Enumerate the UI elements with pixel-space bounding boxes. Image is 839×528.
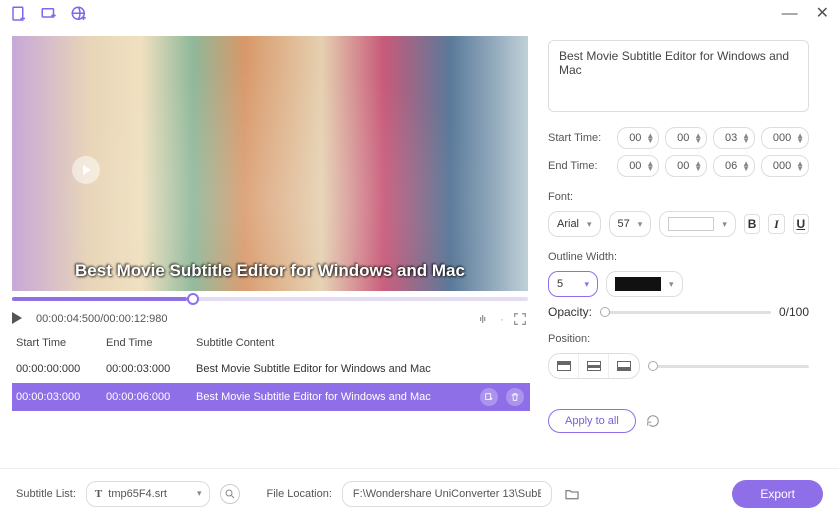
minimize-icon[interactable]: — bbox=[782, 6, 798, 22]
opacity-value: 0/100 bbox=[779, 305, 809, 319]
close-icon[interactable]: ✕ bbox=[816, 6, 829, 22]
opacity-label: Opacity: bbox=[548, 305, 592, 319]
position-bottom-button[interactable] bbox=[609, 354, 639, 378]
waveform-icon[interactable] bbox=[476, 311, 492, 327]
add-subtitle-icon[interactable] bbox=[40, 5, 58, 23]
progress-handle[interactable] bbox=[187, 293, 199, 305]
export-button[interactable]: Export bbox=[732, 480, 823, 508]
fullscreen-icon[interactable] bbox=[512, 311, 528, 327]
font-label: Font: bbox=[548, 191, 809, 203]
start-hour-stepper[interactable]: 00▲▼ bbox=[617, 127, 659, 149]
import-web-icon[interactable] bbox=[70, 5, 88, 23]
font-size-select[interactable]: 57▾ bbox=[609, 211, 652, 237]
start-time-label: Start Time: bbox=[548, 132, 611, 144]
video-progress[interactable] bbox=[12, 297, 528, 301]
font-family-select[interactable]: Arial▾ bbox=[548, 211, 601, 237]
delete-subtitle-icon[interactable] bbox=[506, 388, 524, 406]
reset-icon[interactable] bbox=[646, 414, 660, 428]
end-ms-stepper[interactable]: 000▲▼ bbox=[761, 155, 809, 177]
title-bar: — ✕ bbox=[0, 0, 839, 28]
position-top-button[interactable] bbox=[549, 354, 579, 378]
col-content: Subtitle Content bbox=[196, 337, 530, 349]
apply-all-button[interactable]: Apply to all bbox=[548, 409, 636, 433]
col-end: End Time bbox=[106, 337, 196, 349]
position-middle-button[interactable] bbox=[579, 354, 609, 378]
opacity-slider[interactable] bbox=[600, 311, 771, 314]
position-slider[interactable] bbox=[648, 365, 809, 368]
add-file-icon[interactable] bbox=[10, 5, 28, 23]
font-color-select[interactable]: ▾ bbox=[659, 211, 736, 237]
table-row[interactable]: 00:00:00:000 00:00:03:000 Best Movie Sub… bbox=[12, 355, 530, 383]
outline-color-select[interactable]: ▾ bbox=[606, 271, 683, 297]
col-start: Start Time bbox=[16, 337, 106, 349]
timecode: 00:00:04:500/00:00:12:980 bbox=[36, 313, 168, 325]
end-hour-stepper[interactable]: 00▲▼ bbox=[617, 155, 659, 177]
subtitle-table-header: Start Time End Time Subtitle Content bbox=[12, 331, 530, 355]
start-min-stepper[interactable]: 00▲▼ bbox=[665, 127, 707, 149]
table-row[interactable]: 00:00:03:000 00:00:06:000 Best Movie Sub… bbox=[12, 383, 530, 411]
subtitle-list-label: Subtitle List: bbox=[16, 488, 76, 500]
bold-button[interactable]: B bbox=[744, 214, 760, 234]
start-sec-stepper[interactable]: 03▲▼ bbox=[713, 127, 755, 149]
subtitle-text-input[interactable] bbox=[548, 40, 809, 112]
end-sec-stepper[interactable]: 06▲▼ bbox=[713, 155, 755, 177]
start-ms-stepper[interactable]: 000▲▼ bbox=[761, 127, 809, 149]
search-subtitle-icon[interactable] bbox=[220, 484, 240, 504]
browse-folder-icon[interactable] bbox=[562, 484, 582, 504]
subtitle-overlay: Best Movie Subtitle Editor for Windows a… bbox=[12, 261, 528, 281]
file-location-label: File Location: bbox=[266, 488, 331, 500]
outline-label: Outline Width: bbox=[548, 251, 809, 263]
play-overlay-icon[interactable] bbox=[72, 156, 100, 184]
play-button[interactable] bbox=[12, 312, 26, 326]
end-min-stepper[interactable]: 00▲▼ bbox=[665, 155, 707, 177]
video-preview[interactable]: Best Movie Subtitle Editor for Windows a… bbox=[12, 36, 528, 291]
footer-bar: Subtitle List: T tmp65F4.srt ▾ File Loca… bbox=[0, 468, 839, 518]
new-subtitle-icon[interactable] bbox=[480, 388, 498, 406]
end-time-label: End Time: bbox=[548, 160, 611, 172]
file-location-input[interactable] bbox=[342, 481, 552, 507]
underline-button[interactable]: U bbox=[793, 214, 809, 234]
italic-button[interactable]: I bbox=[768, 214, 784, 234]
position-label: Position: bbox=[548, 333, 809, 345]
subtitle-list-select[interactable]: T tmp65F4.srt ▾ bbox=[86, 481, 211, 507]
outline-width-select[interactable]: 5▾ bbox=[548, 271, 598, 297]
